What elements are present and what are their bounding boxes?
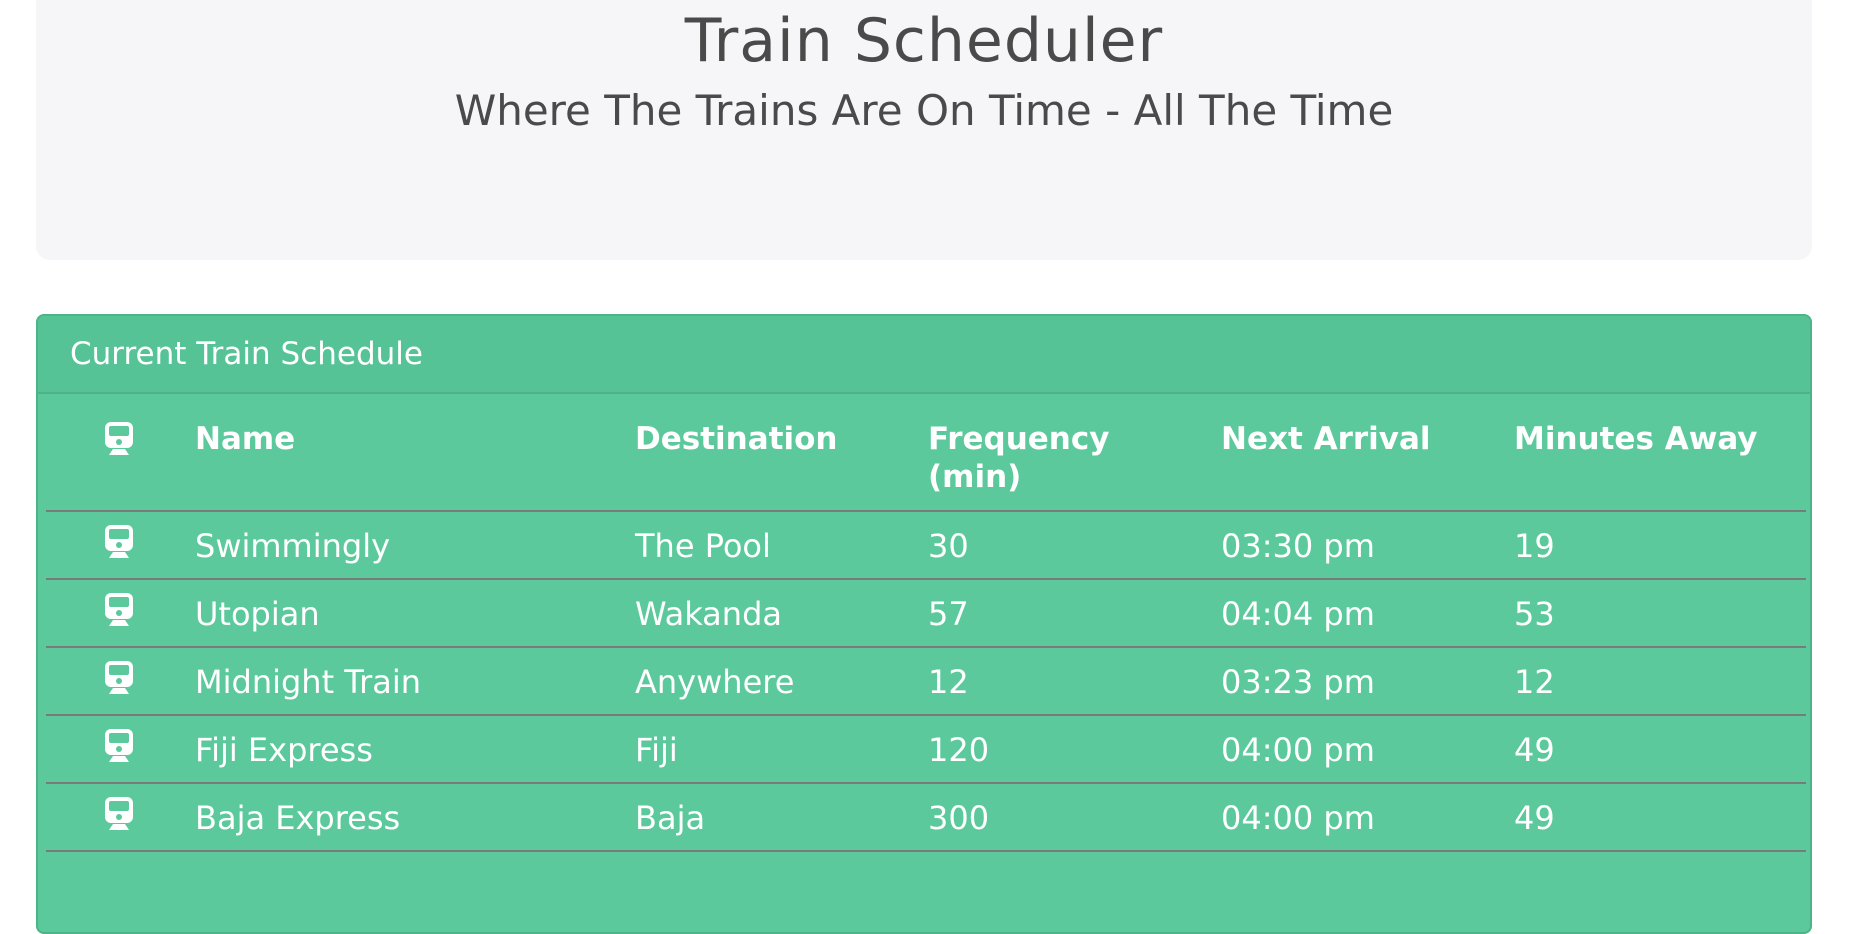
train-minutes-away: 12 — [1513, 647, 1806, 716]
page-subtitle: Where The Trains Are On Time - All The T… — [454, 86, 1394, 135]
train-icon — [105, 796, 133, 830]
train-schedule-panel: Current Train Schedule Name Destination … — [36, 314, 1812, 934]
train-icon — [105, 728, 133, 762]
column-header-minutes-away[interactable]: Minutes Away — [1513, 394, 1806, 512]
column-header-frequency[interactable]: Frequency (min) — [927, 394, 1220, 512]
column-header-frequency-label: Frequency — [928, 421, 1110, 457]
column-header-name[interactable]: Name — [194, 394, 634, 512]
column-header-frequency-unit: (min) — [928, 459, 1022, 495]
train-schedule-table: Name Destination Frequency (min) Next Ar… — [46, 394, 1806, 852]
train-name: Baja Express — [194, 783, 634, 852]
train-frequency: 300 — [927, 783, 1220, 852]
row-icon-cell — [46, 647, 194, 716]
row-icon-cell — [46, 783, 194, 852]
train-next-arrival: 03:23 pm — [1220, 647, 1513, 716]
train-destination: Fiji — [634, 715, 927, 784]
table-header-row: Name Destination Frequency (min) Next Ar… — [46, 394, 1806, 512]
train-next-arrival: 04:00 pm — [1220, 715, 1513, 784]
column-header-next-arrival[interactable]: Next Arrival — [1220, 394, 1513, 512]
train-icon — [105, 592, 133, 626]
row-icon-cell — [46, 511, 194, 580]
train-name: Swimmingly — [194, 511, 634, 580]
train-frequency: 57 — [927, 579, 1220, 648]
jumbotron-header: Train Scheduler Where The Trains Are On … — [36, 0, 1812, 260]
page-title: Train Scheduler — [684, 6, 1164, 76]
train-minutes-away: 49 — [1513, 715, 1806, 784]
train-icon — [105, 524, 133, 558]
train-destination: Anywhere — [634, 647, 927, 716]
row-icon-cell — [46, 579, 194, 648]
train-next-arrival: 03:30 pm — [1220, 511, 1513, 580]
train-minutes-away: 19 — [1513, 511, 1806, 580]
table-row[interactable]: Utopian Wakanda 57 04:04 pm 53 — [46, 579, 1806, 648]
train-next-arrival: 04:04 pm — [1220, 579, 1513, 648]
train-name: Fiji Express — [194, 715, 634, 784]
panel-heading: Current Train Schedule — [38, 316, 1810, 394]
table-row[interactable]: Fiji Express Fiji 120 04:00 pm 49 — [46, 715, 1806, 784]
train-name: Midnight Train — [194, 647, 634, 716]
table-row[interactable]: Midnight Train Anywhere 12 03:23 pm 12 — [46, 647, 1806, 716]
column-header-icon — [46, 394, 194, 512]
train-rows: Swimmingly The Pool 30 03:30 pm 19 Utopian Wak… — [46, 511, 1806, 852]
table-row[interactable]: Swimmingly The Pool 30 03:30 pm 19 — [46, 511, 1806, 580]
train-destination: The Pool — [634, 511, 927, 580]
train-frequency: 120 — [927, 715, 1220, 784]
train-minutes-away: 49 — [1513, 783, 1806, 852]
train-destination: Baja — [634, 783, 927, 852]
column-header-destination[interactable]: Destination — [634, 394, 927, 512]
train-frequency: 12 — [927, 647, 1220, 716]
train-minutes-away: 53 — [1513, 579, 1806, 648]
train-next-arrival: 04:00 pm — [1220, 783, 1513, 852]
table-row[interactable]: Baja Express Baja 300 04:00 pm 49 — [46, 783, 1806, 852]
row-icon-cell — [46, 715, 194, 784]
train-frequency: 30 — [927, 511, 1220, 580]
train-name: Utopian — [194, 579, 634, 648]
train-destination: Wakanda — [634, 579, 927, 648]
train-icon — [105, 660, 133, 694]
train-icon — [105, 422, 133, 455]
panel-title: Current Train Schedule — [70, 336, 423, 372]
